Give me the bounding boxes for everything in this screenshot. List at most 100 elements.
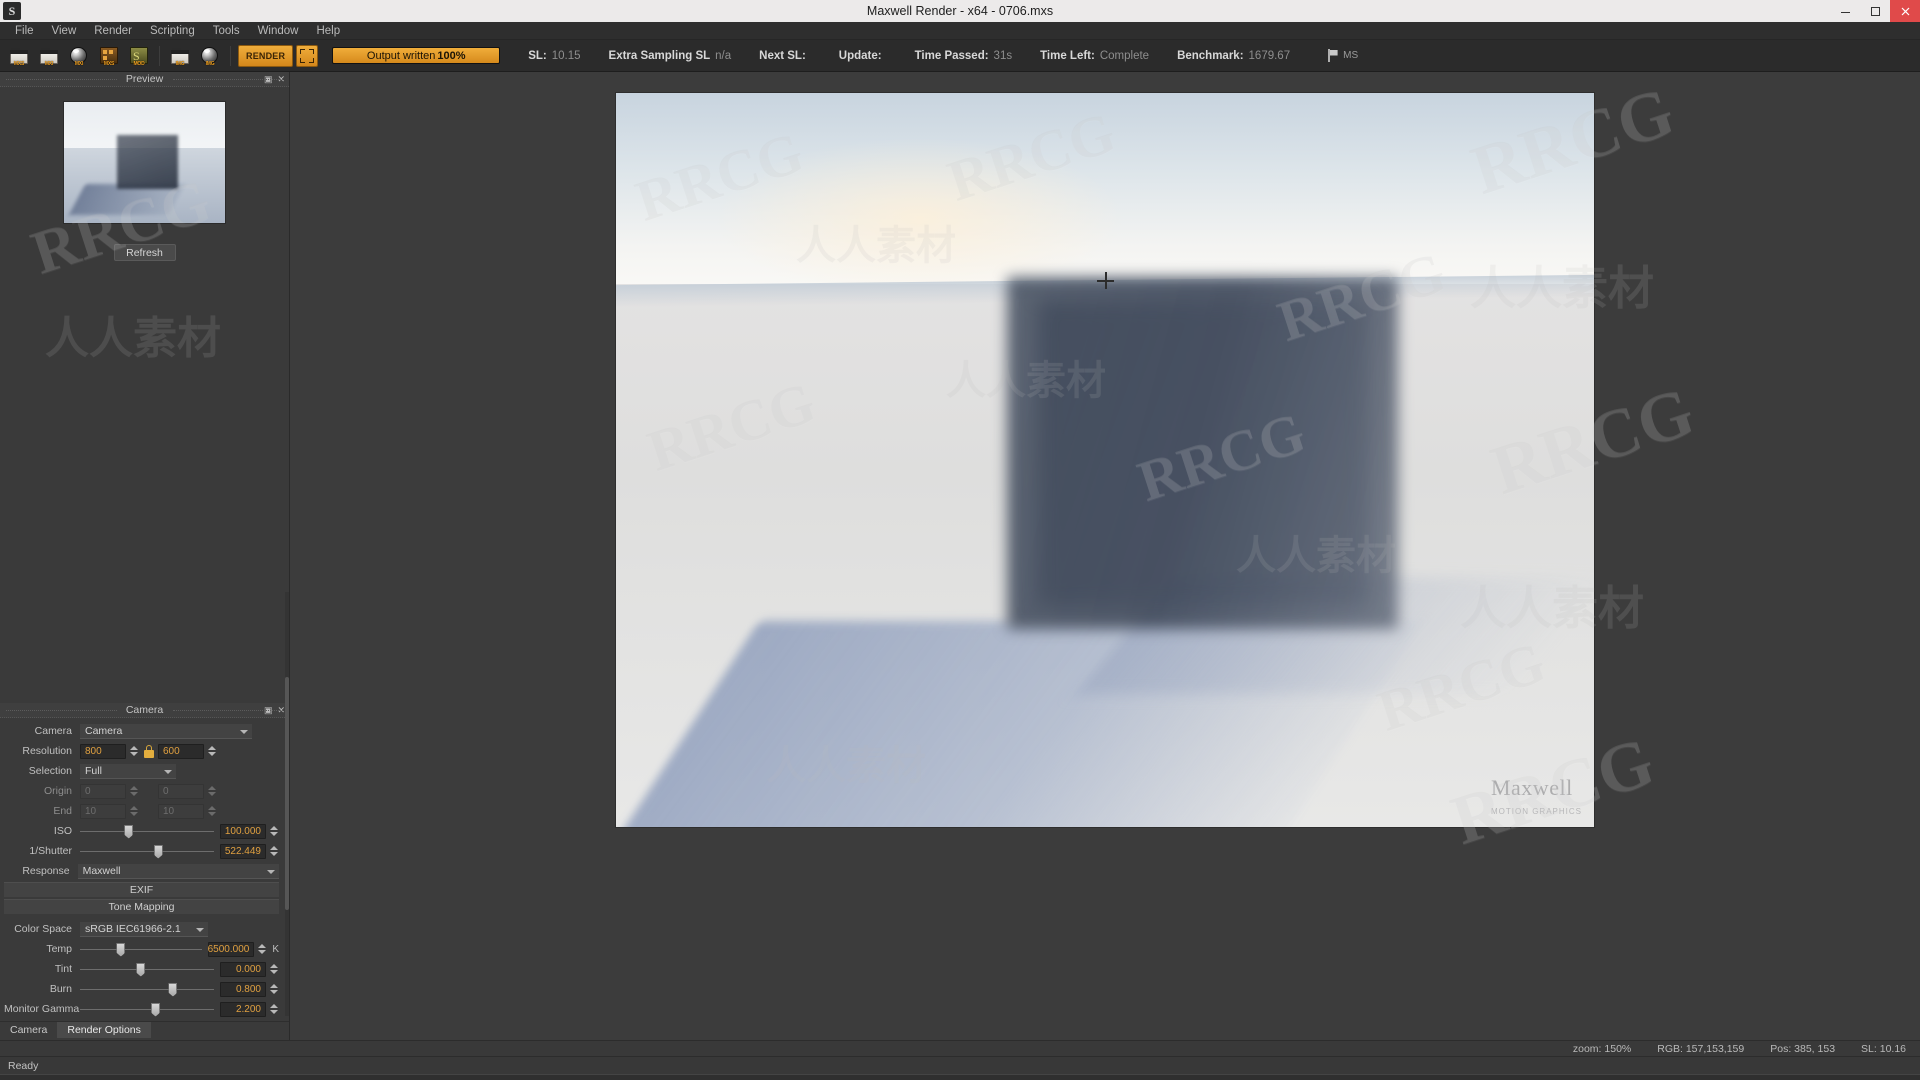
tab-camera[interactable]: Camera [0, 1022, 58, 1038]
response-label: Response [22, 865, 70, 877]
monitor-gamma-label: Monitor Gamma [4, 1003, 80, 1015]
tint-value[interactable]: 0.000 [220, 961, 266, 977]
temp-stepper[interactable] [256, 942, 267, 957]
chevron-down-icon [240, 729, 248, 734]
selection-select[interactable]: Full [80, 763, 176, 779]
mxs-material-button[interactable]: MXS [94, 43, 124, 69]
progress-text: Output written 100% [333, 48, 499, 63]
info-position: Pos: 385, 153 [1770, 1042, 1836, 1055]
response-select[interactable]: Maxwell [77, 863, 279, 879]
iso-value[interactable]: 100.000 [220, 823, 266, 839]
flag-icon[interactable] [1326, 48, 1340, 63]
origin-y-input[interactable]: 0 [158, 783, 204, 799]
render-image[interactable]: RRCG RRCG RRCG RRCG RRCG RRCG 人人素材 人人素材 … [615, 92, 1595, 828]
refresh-preview-button[interactable]: Refresh [113, 244, 176, 261]
close-button[interactable] [1890, 0, 1920, 22]
aspect-lock-icon[interactable] [143, 744, 154, 758]
stat-benchmark: Benchmark: 1679.67 [1177, 50, 1290, 62]
origin-x-input[interactable]: 0 [80, 783, 126, 799]
preview-panel-header: Preview ▣ ✕ [0, 72, 289, 87]
chevron-down-icon [164, 769, 172, 774]
minimize-button[interactable] [1830, 0, 1860, 22]
monitor-gamma-stepper[interactable] [268, 1002, 279, 1017]
tint-slider[interactable] [80, 962, 214, 977]
preview-panel-title: Preview [125, 73, 164, 85]
origin-y-stepper[interactable] [206, 784, 217, 799]
resolution-width-stepper[interactable] [128, 744, 139, 759]
row-response: Response Maxwell [4, 862, 279, 880]
preview-thumbnail[interactable] [63, 101, 226, 224]
render-viewport[interactable]: RRCG RRCG RRCG RRCG RRCG RRCG 人人素材 人人素材 … [290, 72, 1920, 1040]
end-y-input[interactable]: 10 [158, 803, 204, 819]
origin-x-stepper[interactable] [128, 784, 139, 799]
temp-unit: K [272, 943, 279, 955]
main-body: Preview ▣ ✕ Refresh RRCG 人人素材 Camera ▣ ✕… [0, 72, 1920, 1040]
resolution-height-input[interactable]: 600 [158, 743, 204, 759]
camera-rows: Camera Camera Resolution 800 600 Selecti… [0, 718, 289, 880]
menu-window[interactable]: Window [249, 22, 308, 40]
menu-view[interactable]: View [43, 22, 86, 40]
camera-select-value: Camera [85, 724, 123, 737]
tab-render-options[interactable]: Render Options [57, 1022, 151, 1038]
menu-file[interactable]: File [6, 22, 43, 40]
row-selection: Selection Full [4, 762, 279, 780]
monitor-gamma-value[interactable]: 2.200 [220, 1001, 266, 1017]
end-x-stepper[interactable] [128, 804, 139, 819]
exif-button[interactable]: EXIF [4, 882, 279, 897]
preview-close-icon[interactable]: ✕ [277, 74, 285, 84]
menu-help[interactable]: Help [307, 22, 349, 40]
tint-stepper[interactable] [268, 962, 279, 977]
menu-tools[interactable]: Tools [204, 22, 249, 40]
selection-label: Selection [28, 765, 72, 777]
save-image-button[interactable]: IMG [195, 43, 225, 69]
shutter-stepper[interactable] [268, 844, 279, 859]
end-x-input[interactable]: 10 [80, 803, 126, 819]
tone-mapping-header[interactable]: Tone Mapping [4, 899, 279, 914]
panel-spacer: RRCG 人人素材 [0, 166, 289, 703]
burn-value[interactable]: 0.800 [220, 981, 266, 997]
chevron-down-icon [196, 927, 204, 932]
window-title: Maxwell Render - x64 - 0706.mxs [866, 4, 1054, 18]
render-button[interactable]: RENDER [238, 44, 294, 67]
menu-bar: File View Render Scripting Tools Window … [0, 22, 1920, 40]
resolution-width-input[interactable]: 800 [80, 743, 126, 759]
row-iso: ISO 100.000 [4, 822, 279, 840]
region-render-button[interactable] [296, 44, 319, 67]
menu-render[interactable]: Render [85, 22, 141, 40]
stat-benchmark-value: 1679.67 [1248, 49, 1291, 62]
open-image-icon: IMG [169, 46, 191, 67]
shutter-value[interactable]: 522.449 [220, 843, 266, 859]
open-image-button[interactable]: IMG [165, 43, 195, 69]
camera-close-icon[interactable]: ✕ [277, 705, 285, 715]
preview-pin-icon[interactable]: ▣ [264, 74, 273, 84]
color-space-label: Color Space [14, 923, 72, 935]
scrollbar-thumb[interactable] [285, 676, 289, 910]
stat-extra-sampling-sl: Extra Sampling SL n/a [609, 50, 732, 62]
burn-slider[interactable] [80, 982, 214, 997]
status-bar: Ready [0, 1056, 1920, 1074]
mod-script-button[interactable]: S MOD [124, 43, 154, 69]
shutter-slider[interactable] [80, 844, 214, 859]
row-monitor-gamma: Monitor Gamma 2.200 [4, 1000, 279, 1018]
color-space-select[interactable]: sRGB IEC61966-2.1 [80, 921, 208, 937]
open-mxi-button[interactable]: MXI [34, 43, 64, 69]
temp-slider[interactable] [80, 942, 203, 957]
temp-value[interactable]: 6500.000 [208, 941, 255, 957]
end-y-stepper[interactable] [206, 804, 217, 819]
left-panel-scrollbar[interactable] [285, 592, 289, 1016]
camera-pin-icon[interactable]: ▣ [264, 705, 273, 715]
maximize-button[interactable] [1860, 0, 1890, 22]
iso-stepper[interactable] [268, 824, 279, 839]
stat-time-passed-key: Time Passed: [914, 49, 989, 62]
preview-area: Refresh [0, 87, 289, 261]
row-burn: Burn 0.800 [4, 980, 279, 998]
menu-scripting[interactable]: Scripting [141, 22, 204, 40]
resolution-height-stepper[interactable] [206, 744, 217, 759]
burn-stepper[interactable] [268, 982, 279, 997]
save-mxi-button[interactable]: MXI [64, 43, 94, 69]
iso-slider[interactable] [80, 824, 214, 839]
monitor-gamma-slider[interactable] [80, 1002, 214, 1017]
camera-select[interactable]: Camera [80, 723, 252, 739]
stat-extra-sampling-value: n/a [715, 49, 732, 62]
open-mxs-button[interactable]: MXS [4, 43, 34, 69]
